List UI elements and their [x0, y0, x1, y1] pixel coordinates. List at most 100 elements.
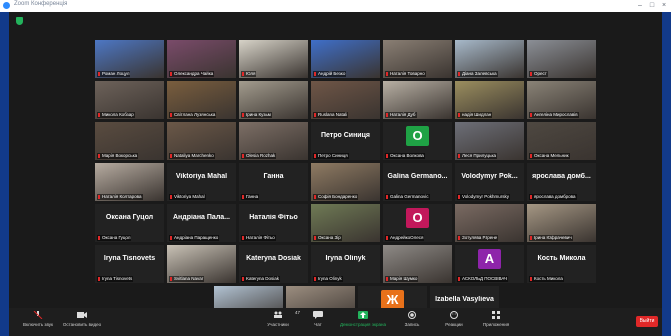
participant-name: Svitlana Navar [169, 276, 205, 282]
participant-name: Орест [529, 71, 548, 77]
participant-tile[interactable]: Nataliya Marchenko [167, 122, 236, 160]
participant-tile[interactable]: Наталія Дуб [383, 81, 452, 119]
unmute-label: Включить звук [22, 322, 53, 327]
apps-button[interactable]: Приложения [471, 311, 521, 333]
participant-tile[interactable]: Марія Вокорська [95, 122, 164, 160]
participant-display-name: Volodymyr Pok... [461, 173, 518, 180]
minimize-icon[interactable]: – [634, 0, 646, 12]
mic-muted-icon [314, 195, 316, 199]
participant-tile[interactable]: Оксана Зір [311, 204, 380, 242]
participant-tile[interactable]: Galina Germano... Galina Germanovic [383, 163, 452, 201]
mic-muted-icon [458, 72, 460, 76]
participant-tile[interactable]: A АСКОЛЬД ПОСВІВАЧ [455, 245, 524, 283]
participant-tile[interactable]: Наталія Колтарова [95, 163, 164, 201]
mic-muted-icon [170, 72, 172, 76]
participant-tile[interactable]: Роман Лоцул [95, 40, 164, 78]
participant-tile[interactable]: Орест [527, 40, 596, 78]
participant-tile[interactable]: O АндрейкоОлеся [383, 204, 452, 242]
participant-tile[interactable]: Ірина Кузьм [239, 81, 308, 119]
participant-name: Діана Залевська [457, 71, 498, 77]
participant-name: Андрій Безко [313, 71, 347, 77]
participant-tile[interactable]: Оксана Гуцол Оксана Гуцол [95, 204, 164, 242]
participant-name: Оксана Мельник [529, 153, 570, 159]
participant-name: Ангеліна Мирославів [529, 112, 579, 118]
mic-muted-icon [170, 195, 172, 199]
participant-tile[interactable]: Ruslana Natali [311, 81, 380, 119]
share-screen-label: Демонстрация экрана [340, 322, 386, 327]
stop-video-button[interactable]: Остановить видео [57, 311, 107, 333]
mic-muted-icon [242, 277, 244, 281]
security-shield-icon[interactable] [16, 17, 23, 25]
participant-avatar: O [406, 208, 429, 228]
mic-muted-icon [242, 236, 244, 240]
participant-avatar: O [406, 126, 429, 146]
participant-display-name: Кость Микола [537, 255, 586, 262]
maximize-icon[interactable]: □ [646, 0, 658, 12]
participant-tile[interactable]: Микола Кобзар [95, 81, 164, 119]
share-screen-button[interactable]: Демонстрация экрана [335, 311, 391, 333]
leave-meeting-button[interactable]: Выйти [636, 316, 658, 327]
participant-tile[interactable]: Ангеліна Мирославів [527, 81, 596, 119]
participant-tile[interactable]: Svitlana Navar [167, 245, 236, 283]
mic-muted-icon [530, 154, 532, 158]
mic-muted-icon [458, 154, 460, 158]
record-icon [408, 311, 416, 319]
participant-name: Оксана Зір [313, 235, 342, 241]
participant-tile[interactable]: Андріана Пала... Андріана Паращенко [167, 204, 236, 242]
window-frame-left [0, 12, 9, 336]
participant-tile[interactable]: Кость Микола Кость Микола [527, 245, 596, 283]
participant-tile[interactable]: Юля [239, 40, 308, 78]
mic-muted-icon [386, 236, 388, 240]
participants-icon [274, 311, 282, 318]
participant-tile[interactable]: Наталія Товарно [383, 40, 452, 78]
participant-tile[interactable]: Ірина Юфрачевич [527, 204, 596, 242]
participant-tile[interactable]: Viktoriya Mahal Viktoriya Mahal [167, 163, 236, 201]
mic-muted-icon [458, 195, 460, 199]
participant-name: Кость Микола [529, 276, 564, 282]
participant-tile[interactable]: Ганна Ганна [239, 163, 308, 201]
participant-tile[interactable]: Наталія Фітьо Наталія Фітьо [239, 204, 308, 242]
participant-name: Iryna Olinyk [313, 276, 343, 282]
participant-name: Олександра Чайка [169, 71, 215, 77]
apps-label: Приложения [482, 322, 510, 327]
participant-name: Ірина Юфрачевич [529, 235, 573, 241]
mic-muted-icon [170, 154, 172, 158]
gallery-view: Роман Лоцул Олександра Чайка Юля Андрій Без… [9, 12, 662, 324]
mic-muted-icon [98, 72, 100, 76]
close-icon[interactable]: × [658, 0, 670, 12]
mic-muted-icon [530, 113, 532, 117]
participant-tile[interactable]: Андрій Безко [311, 40, 380, 78]
participant-tile[interactable]: O Оксана Волкова [383, 122, 452, 160]
participant-tile[interactable]: Зотулява Р.Ірене [455, 204, 524, 242]
participant-name: Kateryna Dosiak [241, 276, 281, 282]
participant-display-name: ярослава домб... [532, 173, 591, 180]
participant-tile[interactable]: Петро Синиця Петро Синиця [311, 122, 380, 160]
participant-tile[interactable]: Iryna Olinyk Iryna Olinyk [311, 245, 380, 283]
mic-muted-icon [98, 277, 100, 281]
participant-tile[interactable]: Діана Залевська [455, 40, 524, 78]
participant-avatar: A [478, 249, 501, 269]
participant-tile[interactable]: Марія Шумко [383, 245, 452, 283]
participant-tile[interactable]: Iryna Tisnovets Iryna Tisnovets [95, 245, 164, 283]
participant-tile[interactable]: Софія Бондаренко [311, 163, 380, 201]
participant-tile[interactable]: Світлана Лузянська [167, 81, 236, 119]
mic-muted-icon [170, 277, 172, 281]
mic-muted-icon [386, 277, 388, 281]
unmute-button[interactable]: Включить звук [13, 311, 63, 333]
participant-tile[interactable]: Volodymyr Pok... Volodymyr Pokhmursky [455, 163, 524, 201]
participant-tile[interactable]: ярослава домб... ярослава домброва [527, 163, 596, 201]
participant-name: Юля [241, 71, 257, 77]
participant-display-name: Izabella Vasylieva [435, 296, 494, 303]
participant-tile[interactable]: надія Шидлан [455, 81, 524, 119]
mic-muted-icon [170, 113, 172, 117]
participant-tile[interactable]: Kateryna Dosiak Kateryna Dosiak [239, 245, 308, 283]
mic-muted-icon [458, 277, 460, 281]
participant-name: Наталія Дуб [385, 112, 417, 118]
participant-name: Леся Прилуцька [457, 153, 498, 159]
participant-tile[interactable]: Оксана Мельник [527, 122, 596, 160]
participant-name: Iryna Tisnovets [97, 276, 134, 282]
mic-muted-icon [98, 236, 100, 240]
participant-tile[interactable]: Леся Прилуцька [455, 122, 524, 160]
participant-tile[interactable]: Олександра Чайка [167, 40, 236, 78]
participant-tile[interactable]: Olesia Rozhak [239, 122, 308, 160]
